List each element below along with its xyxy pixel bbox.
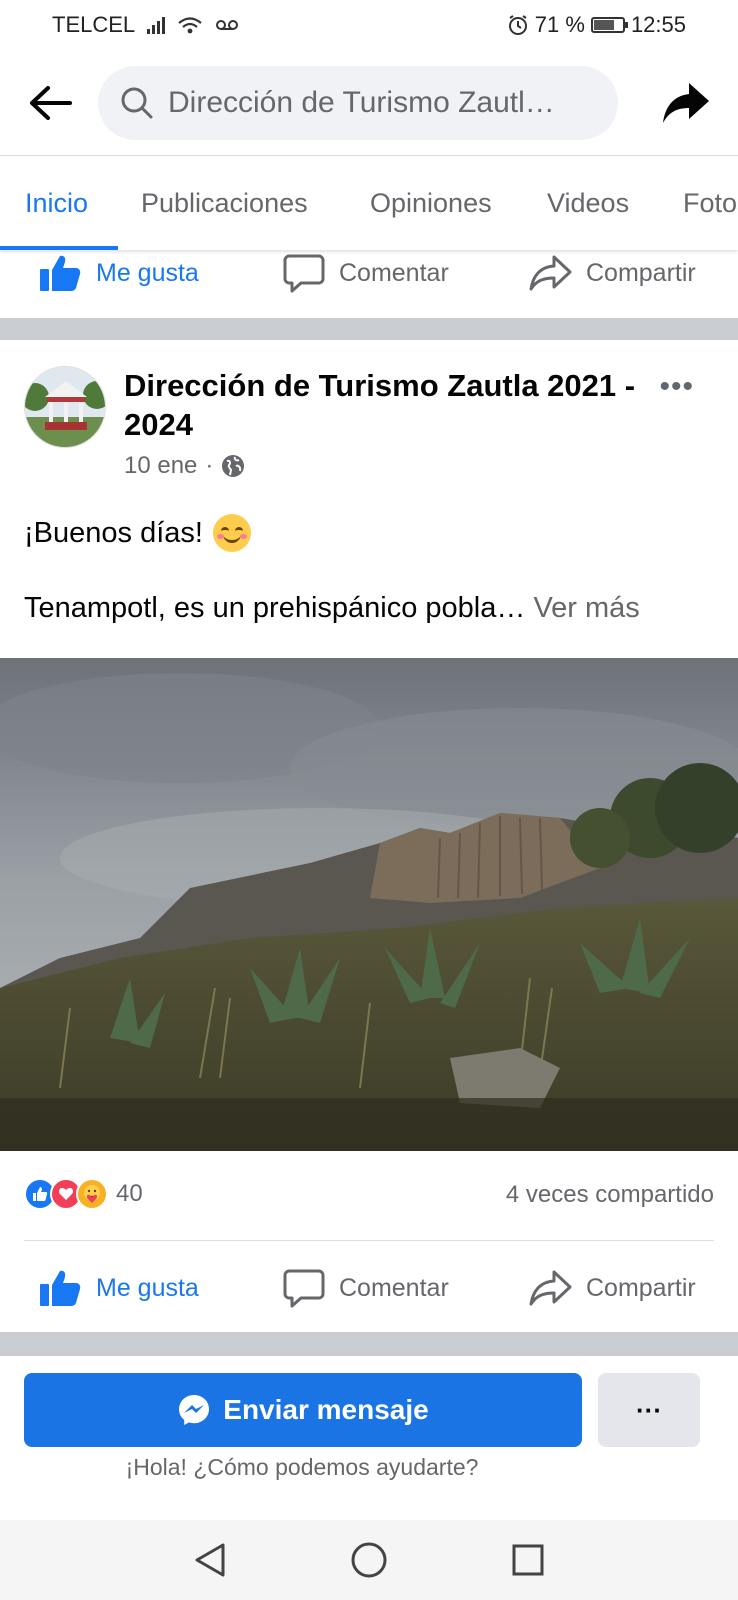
care-reaction-icon [76,1178,108,1210]
system-nav-bar [0,1520,738,1600]
voicemail-icon [216,20,239,30]
tab-inicio[interactable]: Inicio [25,188,88,219]
globe-icon [222,455,245,477]
page-name[interactable]: Dirección de Turismo Zautla 2021 - 2024 [124,366,644,444]
share-button[interactable]: Compartir [528,1269,696,1307]
like-button[interactable]: Me gusta [38,253,199,293]
share-icon [529,255,572,291]
reactions-summary[interactable]: 40 [24,1178,143,1210]
thumbs-up-icon [40,1270,81,1306]
post-date[interactable]: 10 ene [124,452,197,480]
share-icon [529,1270,572,1306]
post-text-preview: Tenampotl, es un prehispánico pobla… Ver… [24,592,640,625]
preview-text: Tenampotl, es un prehispánico pobla… [24,592,526,624]
comment-icon [283,1269,325,1308]
share-button[interactable]: Compartir [528,254,696,292]
clock: 12:55 [630,12,686,37]
tab-videos[interactable]: Videos [547,188,629,219]
nav-home-button[interactable] [349,1540,389,1580]
like-label: Me gusta [96,1273,199,1302]
share-arrow-icon [663,83,709,123]
post-meta: 10 ene · [124,452,245,480]
nav-recents-button[interactable] [508,1540,548,1580]
post-actions: Me gusta Comentar Compartir [0,1253,738,1323]
page-avatar[interactable] [24,366,106,448]
comment-button[interactable]: Comentar [283,1268,449,1308]
send-message-button[interactable]: Enviar mensaje [24,1373,582,1447]
smiling-face-icon [212,514,251,552]
kiosk-photo [25,367,105,447]
battery-percent: 71 % [534,12,585,37]
see-more-link[interactable]: Ver más [533,592,639,624]
battery-icon [590,17,628,33]
status-bar: TELCEL 71 % 12:55 [0,0,738,50]
greeting-text: ¡Buenos días! [24,516,203,549]
comment-label: Comentar [339,258,449,287]
share-count[interactable]: 4 veces compartido [506,1181,714,1209]
tab-opiniones[interactable]: Opiniones [370,188,492,219]
thumbs-up-icon [40,255,81,291]
search-icon [121,87,153,119]
share-label: Compartir [586,258,696,287]
meta-separator: · [205,452,214,479]
send-message-label: Enviar mensaje [223,1394,429,1425]
comment-label: Comentar [339,1273,449,1302]
post-photo[interactable] [0,658,738,1151]
reactions-divider [24,1240,714,1241]
tab-publicaciones[interactable]: Publicaciones [141,188,308,219]
post-options-button[interactable]: ••• [659,370,694,404]
landscape-photo [0,658,738,1151]
nav-home-icon [351,1542,387,1578]
search-header: Dirección de Turismo Zautl… [0,58,738,148]
feed-separator [0,1332,738,1356]
share-page-button[interactable] [658,75,714,131]
like-button[interactable]: Me gusta [38,1268,199,1308]
back-button[interactable] [24,77,76,129]
carrier-label: TELCEL [52,12,136,37]
nav-back-icon [195,1543,225,1577]
search-query: Dirección de Turismo Zautl… [168,86,555,119]
active-tab-indicator [0,246,118,250]
signal-icon [147,16,166,34]
nav-back-button[interactable] [190,1540,230,1580]
post-text-greeting: ¡Buenos días! [24,514,251,552]
more-options-button[interactable]: ··· [598,1373,700,1447]
alarm-icon [508,15,527,35]
back-arrow-icon [30,86,72,120]
comment-button[interactable]: Comentar [283,253,449,293]
greeting-text: ¡Hola! ¿Cómo podemos ayudarte? [125,1454,479,1480]
wifi-icon [178,17,202,34]
nav-recents-icon [512,1544,544,1576]
tab-fotos[interactable]: Fotos [683,188,738,219]
search-input[interactable]: Dirección de Turismo Zautl… [98,66,618,140]
share-label: Compartir [586,1273,696,1302]
comment-icon [283,254,325,293]
like-label: Me gusta [96,258,199,287]
messenger-icon [179,1395,210,1425]
reaction-count: 40 [116,1180,143,1207]
page-tabs: Inicio Publicaciones Opiniones Videos Fo… [0,156,738,250]
feed-separator [0,318,738,340]
